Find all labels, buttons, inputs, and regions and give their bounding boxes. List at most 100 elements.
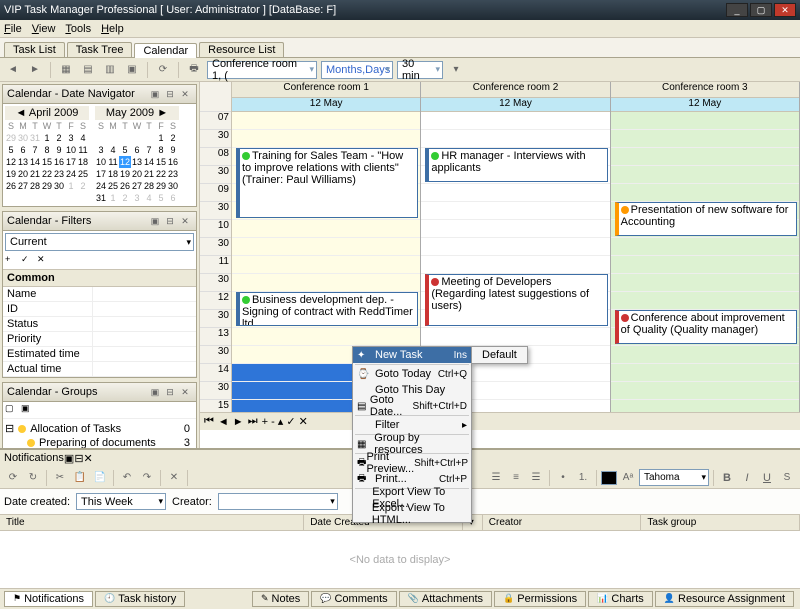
interval-select[interactable]: 30 min: [397, 61, 443, 79]
panel-btn-icon[interactable]: ▣: [64, 452, 74, 465]
col-task-group[interactable]: Task group: [641, 515, 800, 530]
menu-new-task[interactable]: ✦New TaskIns: [353, 347, 471, 363]
dropdown-icon[interactable]: ▾: [447, 61, 465, 79]
filter-current-combo[interactable]: Current: [5, 233, 194, 251]
group-item[interactable]: Preparing of documents3: [5, 436, 194, 448]
toolbar-icon[interactable]: ▥: [101, 61, 119, 79]
btab-resource-assignment[interactable]: 👤Resource Assignment: [655, 591, 794, 607]
tab-task-tree[interactable]: Task Tree: [67, 42, 133, 57]
calendar-may[interactable]: May 2009 ► SMTWTFS 12 3456789 1011121314…: [95, 106, 179, 204]
tab-calendar[interactable]: Calendar: [134, 43, 197, 58]
panel-close-icon[interactable]: ✕: [178, 385, 192, 399]
btab-task-history[interactable]: 🕘Task history: [95, 591, 185, 607]
calendar-footer: ⏮ ◄ ► ⏭ + - ▴ ✓ ✕: [200, 412, 800, 430]
groups-toolbar-icon[interactable]: ▣: [21, 403, 35, 417]
rte-icon[interactable]: ✂: [51, 469, 69, 487]
tab-resource-list[interactable]: Resource List: [199, 42, 284, 57]
menu-view[interactable]: View: [32, 23, 56, 35]
room-select[interactable]: Conference room 1, (: [207, 61, 317, 79]
calendar-event[interactable]: HR manager - Interviews with applicants: [425, 148, 607, 182]
strike-icon[interactable]: S: [778, 469, 796, 487]
panel-pin-icon[interactable]: ⊟: [74, 452, 83, 465]
text-color-icon[interactable]: [601, 471, 617, 485]
toolbar-icon[interactable]: ▤: [79, 61, 97, 79]
rte-icon[interactable]: ⟳: [4, 469, 22, 487]
toolbar-icon[interactable]: ▣: [123, 61, 141, 79]
tab-task-list[interactable]: Task List: [4, 42, 65, 57]
menu-file[interactable]: File: [4, 23, 22, 35]
calendar-event[interactable]: Business development dep. - Signing of c…: [236, 292, 418, 326]
rte-icon[interactable]: 📋: [71, 469, 89, 487]
minimize-button[interactable]: _: [726, 3, 748, 17]
date-header: 12 May: [232, 98, 420, 112]
calendar-event[interactable]: Training for Sales Team - "How to improv…: [236, 148, 418, 218]
col-title[interactable]: Title: [0, 515, 304, 530]
panel-close-icon[interactable]: ✕: [84, 452, 93, 465]
note-icon: ✎: [261, 593, 269, 604]
menu-export-html[interactable]: Export View To HTML...: [353, 506, 471, 522]
rte-icon[interactable]: ↻: [24, 469, 42, 487]
calendar-event[interactable]: Conference about improvement of Quality …: [615, 310, 797, 344]
calendar-april[interactable]: ◄ April 2009 SMTWTFS 2930311234 56789101…: [5, 106, 89, 204]
filter-toolbar-icon[interactable]: +: [5, 254, 19, 268]
context-submenu-default[interactable]: Default: [471, 346, 528, 364]
print-icon[interactable]: 🖶: [185, 61, 203, 79]
menu-goto-date[interactable]: ▤Goto Date...Shift+Ctrl+D: [353, 398, 471, 414]
nav-fwd-button[interactable]: ►: [26, 61, 44, 79]
rte-undo-icon[interactable]: ↶: [118, 469, 136, 487]
align-left-icon[interactable]: ☰: [487, 469, 505, 487]
align-right-icon[interactable]: ☰: [527, 469, 545, 487]
nav-next-icon[interactable]: ►: [233, 416, 244, 428]
btab-comments[interactable]: 💬Comments: [311, 591, 396, 607]
filter-toolbar-icon[interactable]: ✓: [21, 254, 35, 268]
nav-first-icon[interactable]: ⏮: [204, 415, 214, 428]
btab-notifications[interactable]: ⚑Notifications: [4, 591, 93, 607]
filter-toolbar-icon[interactable]: ✕: [37, 254, 51, 268]
maximize-button[interactable]: ▢: [750, 3, 772, 17]
font-fx-icon[interactable]: Aᵃ: [619, 469, 637, 487]
panel-close-icon[interactable]: ✕: [178, 214, 192, 228]
col-creator[interactable]: Creator: [483, 515, 642, 530]
btab-notes[interactable]: ✎Notes: [252, 591, 309, 607]
menu-group-by-resources[interactable]: ▦Group by resources: [353, 436, 471, 452]
list-bullet-icon[interactable]: •: [554, 469, 572, 487]
btab-permissions[interactable]: 🔒Permissions: [494, 591, 586, 607]
btab-charts[interactable]: 📊Charts: [588, 591, 653, 607]
menu-print-preview[interactable]: 🖶Print Preview...Shift+Ctrl+P: [353, 455, 471, 471]
nav-prev-icon[interactable]: ◄: [218, 416, 229, 428]
date-created-select[interactable]: This Week: [76, 493, 166, 510]
toolbar-icon[interactable]: ▦: [57, 61, 75, 79]
calendar-event[interactable]: Meeting of Developers (Regarding latest …: [425, 274, 607, 326]
nav-back-button[interactable]: ◄: [4, 61, 22, 79]
close-button[interactable]: ✕: [774, 3, 796, 17]
group-root[interactable]: ⊟ Allocation of Tasks0: [5, 421, 194, 436]
underline-icon[interactable]: U: [758, 469, 776, 487]
panel-close-icon[interactable]: ✕: [178, 87, 192, 101]
panel-btn-icon[interactable]: ▣: [148, 87, 162, 101]
calendar-event[interactable]: Presentation of new software for Account…: [615, 202, 797, 236]
align-center-icon[interactable]: ≡: [507, 469, 525, 487]
panel-pin-icon[interactable]: ⊟: [163, 385, 177, 399]
rte-redo-icon[interactable]: ↷: [138, 469, 156, 487]
creator-select[interactable]: [218, 493, 338, 510]
panel-pin-icon[interactable]: ⊟: [163, 87, 177, 101]
btab-attachments[interactable]: 📎Attachments: [399, 591, 492, 607]
panel-btn-icon[interactable]: ▣: [148, 385, 162, 399]
rte-icon[interactable]: ✕: [165, 469, 183, 487]
panel-pin-icon[interactable]: ⊟: [163, 214, 177, 228]
room-column-3[interactable]: Presentation of new software for Account…: [611, 112, 800, 412]
menu-help[interactable]: Help: [101, 23, 124, 35]
bold-icon[interactable]: B: [718, 469, 736, 487]
list-number-icon[interactable]: 1.: [574, 469, 592, 487]
italic-icon[interactable]: I: [738, 469, 756, 487]
menu-tools[interactable]: Tools: [65, 23, 91, 35]
period-select[interactable]: Months,Days: [321, 61, 393, 79]
refresh-icon[interactable]: ⟳: [154, 61, 172, 79]
panel-btn-icon[interactable]: ▣: [148, 214, 162, 228]
menu-filter[interactable]: Filter▸: [353, 417, 471, 433]
groups-toolbar-icon[interactable]: ▢: [5, 403, 19, 417]
menu-goto-today[interactable]: ⌚Goto TodayCtrl+Q: [353, 366, 471, 382]
rte-icon[interactable]: 📄: [91, 469, 109, 487]
font-select[interactable]: Tahoma: [639, 469, 709, 486]
nav-last-icon[interactable]: ⏭: [248, 415, 258, 428]
